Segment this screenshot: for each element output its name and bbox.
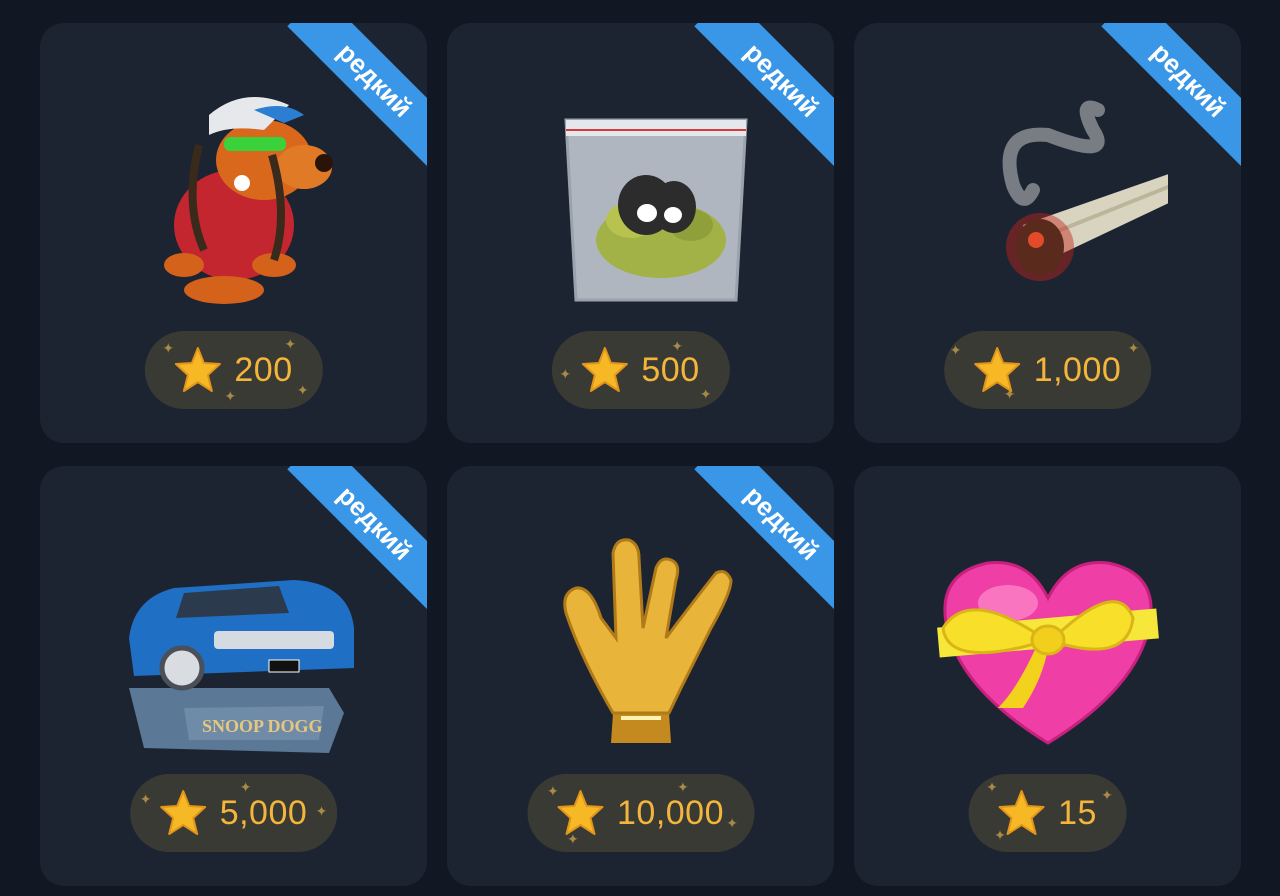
- golden-hand-sign-icon: [521, 518, 761, 758]
- gift-grid: редкий ✦ ✦ ✦ ✦ 200 редкий ✦ ✦ ✦ 500 редк…: [40, 23, 1241, 886]
- heart-with-bow-icon: [928, 518, 1168, 758]
- star-icon: [555, 788, 605, 838]
- joint-icon: [928, 75, 1168, 315]
- gift-card-bag[interactable]: редкий ✦ ✦ ✦ 500: [447, 23, 834, 443]
- gift-card-heart[interactable]: ✦ ✦ ✦ 15: [854, 466, 1241, 886]
- blue-cadillac-car-icon: SNOOP DOGG: [114, 518, 354, 758]
- price-pill[interactable]: ✦ ✦ ✦ ✦ 200: [144, 331, 323, 409]
- sparkle-icon: ✦: [559, 366, 572, 382]
- sparkle-icon: ✦: [726, 815, 738, 831]
- gift-card-joint[interactable]: редкий ✦ ✦ ✦ 1,000: [854, 23, 1241, 443]
- sparkle-icon: ✦: [296, 382, 309, 398]
- price-amount: 15: [1058, 793, 1097, 832]
- price-amount: 200: [234, 350, 293, 389]
- star-icon: [158, 788, 208, 838]
- price-pill[interactable]: ✦ ✦ ✦ 5,000: [129, 774, 338, 852]
- price-pill[interactable]: ✦ ✦ ✦ 15: [968, 774, 1127, 852]
- price-pill[interactable]: ✦ ✦ ✦ 1,000: [943, 331, 1152, 409]
- sparkle-icon: ✦: [139, 791, 152, 807]
- star-icon: [972, 345, 1022, 395]
- star-icon: [996, 788, 1046, 838]
- price-pill[interactable]: ✦ ✦ ✦ ✦ 10,000: [527, 774, 754, 852]
- star-icon: [172, 345, 222, 395]
- sparkle-icon: ✦: [315, 803, 328, 819]
- price-pill[interactable]: ✦ ✦ ✦ 500: [551, 331, 730, 409]
- price-amount: 5,000: [219, 793, 308, 832]
- sparkle-icon: ✦: [949, 342, 962, 358]
- star-icon: [579, 345, 629, 395]
- weed-bag-icon: [521, 75, 761, 315]
- price-amount: 500: [641, 350, 700, 389]
- sparkle-icon: ✦: [699, 386, 712, 402]
- price-amount: 1,000: [1033, 350, 1122, 389]
- snoop-dog-character-icon: [114, 75, 354, 315]
- sparkle-icon: ✦: [239, 779, 252, 795]
- svg-text:SNOOP DOGG: SNOOP DOGG: [202, 716, 323, 736]
- sparkle-icon: ✦: [224, 388, 237, 404]
- gift-card-golden-hand[interactable]: редкий ✦ ✦ ✦ ✦ 10,000: [447, 466, 834, 886]
- price-amount: 10,000: [617, 793, 724, 832]
- gift-card-snoop-dog[interactable]: редкий ✦ ✦ ✦ ✦ 200: [40, 23, 427, 443]
- sparkle-icon: ✦: [284, 336, 297, 352]
- sparkle-icon: ✦: [1101, 787, 1113, 803]
- sparkle-icon: ✦: [677, 779, 689, 795]
- sparkle-icon: ✦: [1127, 340, 1140, 356]
- gift-card-car[interactable]: SNOOP DOGG редкий ✦ ✦ ✦ 5,000: [40, 466, 427, 886]
